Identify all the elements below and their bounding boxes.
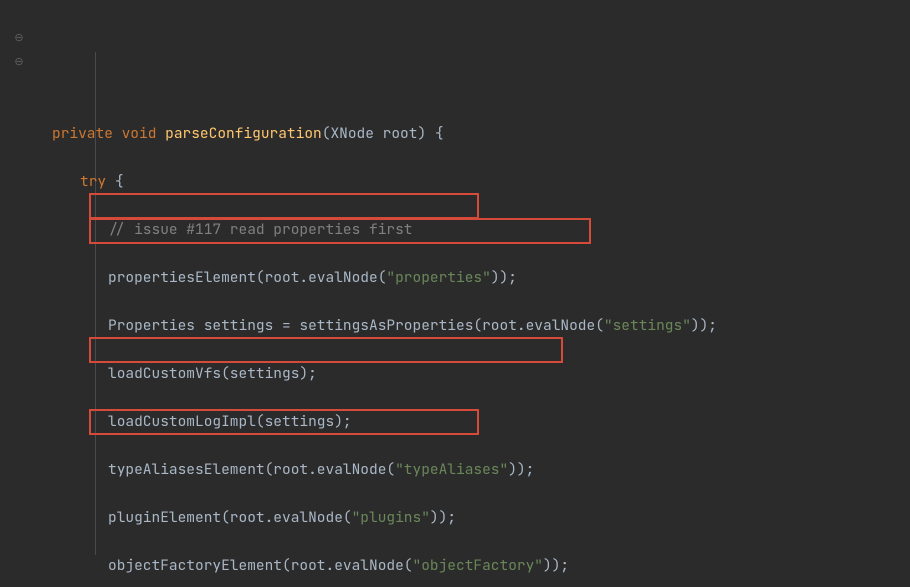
code-line: // issue #117 read properties first <box>52 218 900 242</box>
code-line: private void parseConfiguration(XNode ro… <box>52 122 900 146</box>
code-line: objectFactoryElement(root.evalNode("obje… <box>52 554 900 578</box>
code-line: try { <box>52 170 900 194</box>
highlight-box <box>89 337 563 363</box>
code-line: typeAliasesElement(root.evalNode("typeAl… <box>52 458 900 482</box>
code-line: Properties settings = settingsAsProperti… <box>52 314 900 338</box>
code-area[interactable]: private void parseConfiguration(XNode ro… <box>38 0 910 587</box>
code-line: loadCustomLogImpl(settings); <box>52 410 900 434</box>
code-editor[interactable]: ⊖ ⊖ private void parseConfiguration(XNod… <box>0 0 910 587</box>
code-line: pluginElement(root.evalNode("plugins")); <box>52 506 900 530</box>
highlight-box <box>89 193 479 219</box>
gutter: ⊖ ⊖ <box>0 0 38 587</box>
code-line: loadCustomVfs(settings); <box>52 362 900 386</box>
fold-icon[interactable]: ⊖ <box>0 26 38 50</box>
fold-icon[interactable]: ⊖ <box>0 50 38 74</box>
code-line: propertiesElement(root.evalNode("propert… <box>52 266 900 290</box>
